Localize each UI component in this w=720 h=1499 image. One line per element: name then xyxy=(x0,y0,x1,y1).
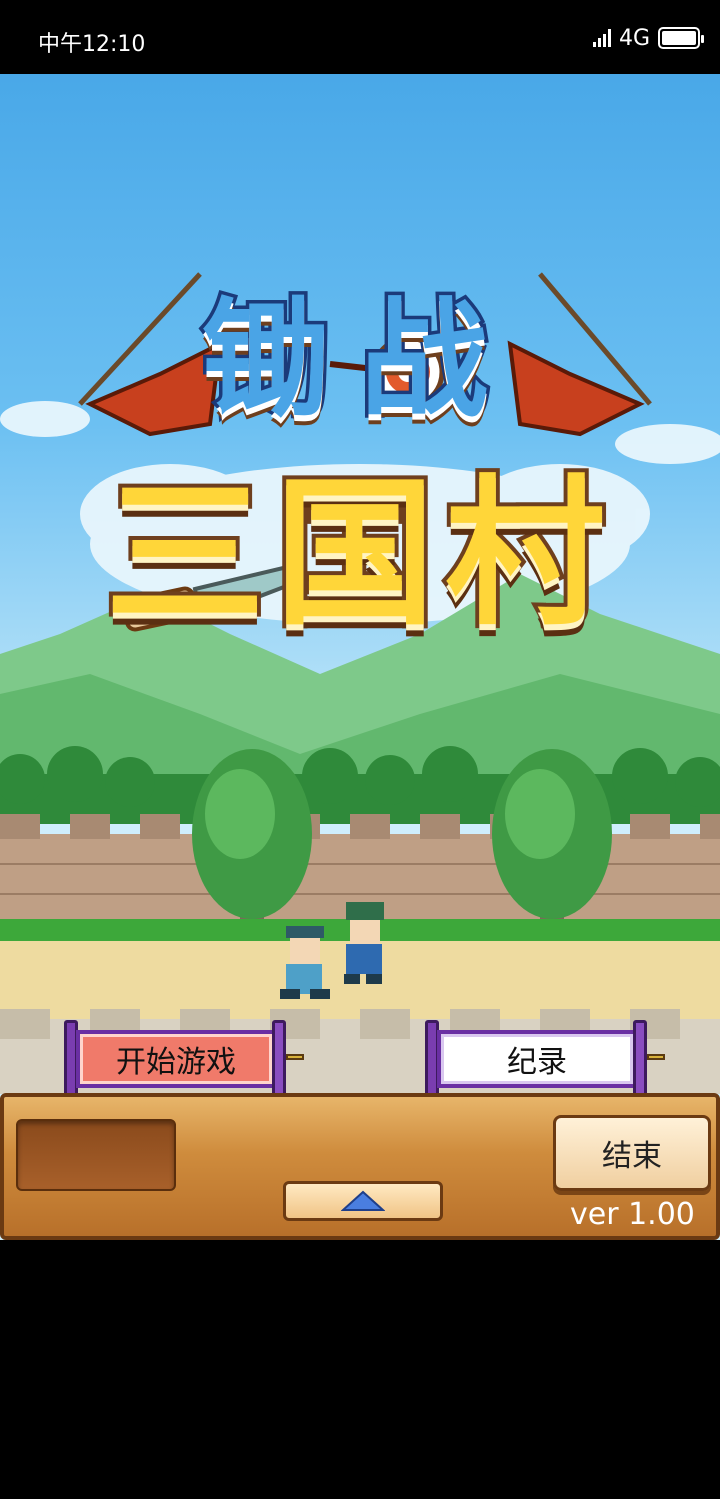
record-button[interactable]: 纪录 xyxy=(425,1020,665,1098)
character-warrior xyxy=(344,902,384,984)
game-title-scene[interactable]: 锄战 三国村 开始游戏 纪录 xyxy=(0,74,720,1240)
end-button[interactable]: 结束 xyxy=(553,1115,711,1191)
record-label[interactable]: 纪录 xyxy=(437,1030,637,1088)
version-label: ver 1.00 xyxy=(570,1197,695,1232)
game-logo-title-bottom: 三国村 xyxy=(101,456,615,651)
status-bar: 中午12:10 4G xyxy=(0,0,720,74)
start-game-button[interactable]: 开始游戏 xyxy=(64,1020,304,1098)
start-game-label[interactable]: 开始游戏 xyxy=(76,1030,276,1088)
bottom-menu-panel: 结束 ver 1.00 xyxy=(0,1093,720,1240)
status-time: 中午12:10 xyxy=(38,32,146,57)
up-arrow-icon xyxy=(341,1190,385,1211)
status-icons: 4G xyxy=(592,22,704,54)
game-logo-title-top: 锄战 xyxy=(198,283,518,439)
network-type: 4G xyxy=(618,25,650,51)
expand-menu-button[interactable] xyxy=(283,1181,443,1221)
panel-slot xyxy=(16,1119,176,1191)
battery-icon xyxy=(658,27,704,49)
signal-icon xyxy=(592,29,611,47)
